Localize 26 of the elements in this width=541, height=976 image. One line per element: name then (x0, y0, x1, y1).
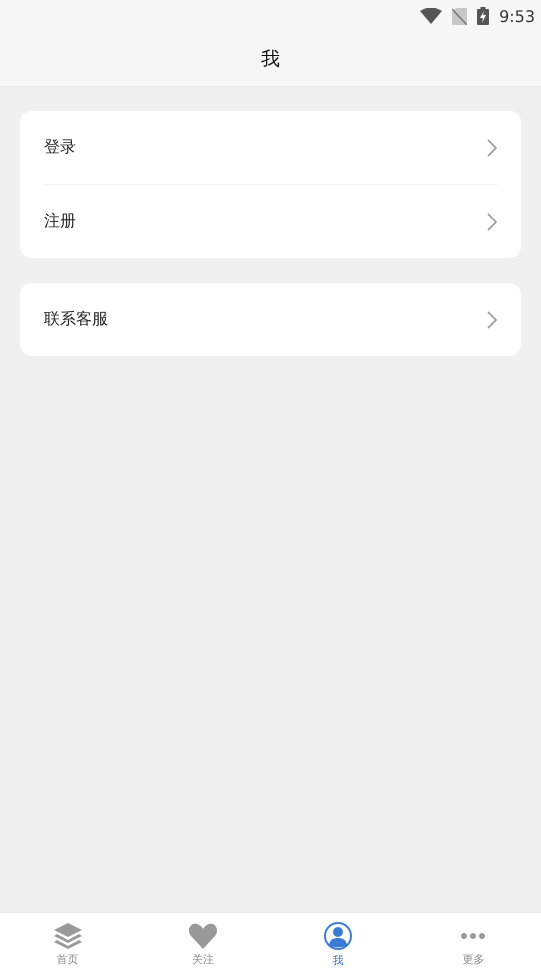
tab-item[interactable]: 更多 (406, 913, 541, 976)
heart-icon (188, 922, 217, 948)
tab-label: 我 (332, 952, 344, 968)
chevron-right-icon (487, 212, 497, 230)
menu-label: 登录 (44, 137, 76, 158)
tab-item[interactable]: 首页 (0, 913, 136, 976)
tab-item[interactable]: 我 (270, 913, 406, 976)
more-dots-icon (461, 932, 486, 938)
menu-row[interactable]: 联系客服 (44, 283, 497, 356)
menu-label: 注册 (44, 211, 76, 232)
chevron-right-icon (487, 138, 497, 156)
tab-label: 关注 (192, 952, 214, 966)
tab-label: 首页 (56, 952, 79, 966)
layers-icon (54, 922, 82, 948)
battery-charging-icon (477, 7, 490, 25)
menu-label: 联系客服 (44, 309, 108, 330)
user-avatar-icon (324, 922, 352, 950)
tab-item[interactable]: 关注 (135, 913, 270, 976)
no-sim-icon (452, 8, 468, 24)
tab-label: 更多 (462, 952, 484, 966)
menu-row[interactable]: 注册 (44, 184, 497, 258)
wifi-icon (420, 8, 442, 24)
chevron-right-icon (487, 310, 497, 328)
page-title: 我 (261, 47, 280, 72)
clock-time: 9:53 (499, 6, 535, 26)
menu-row[interactable]: 登录 (44, 111, 497, 184)
